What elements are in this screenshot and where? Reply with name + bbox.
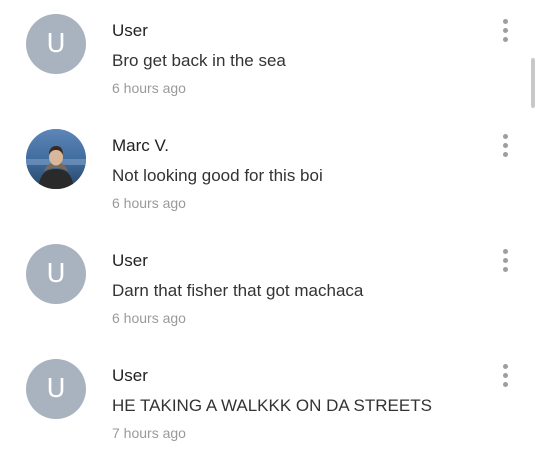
avatar-initial: U [46, 259, 66, 289]
comment-item: U User Bro get back in the sea 6 hours a… [0, 0, 539, 115]
comment-item: U User Darn that fisher that got machaca… [0, 230, 539, 345]
dot [503, 364, 508, 369]
avatar-initial: U [46, 374, 66, 404]
dot [503, 267, 508, 272]
dot [503, 258, 508, 263]
dot [503, 143, 508, 148]
dot [503, 37, 508, 42]
avatar[interactable] [26, 129, 86, 189]
comment-author[interactable]: Marc V. [112, 136, 169, 156]
comment-author[interactable]: User [112, 21, 148, 41]
comment-timestamp: 6 hours ago [112, 80, 186, 96]
more-options-icon[interactable] [498, 249, 514, 273]
comment-text: Bro get back in the sea [112, 51, 286, 70]
comment-text: HE TAKING A WALKKK ON DA STREETS [112, 396, 432, 415]
comment-author[interactable]: User [112, 366, 148, 386]
comment-text: Darn that fisher that got machaca [112, 281, 364, 300]
comment-item: U User HE TAKING A WALKKK ON DA STREETS … [0, 345, 539, 460]
avatar[interactable]: U [26, 359, 86, 419]
profile-photo [26, 129, 86, 189]
comment-timestamp: 7 hours ago [112, 425, 186, 441]
dot [503, 373, 508, 378]
comment-text: Not looking good for this boi [112, 166, 323, 185]
avatar[interactable]: U [26, 14, 86, 74]
dot [503, 382, 508, 387]
comment-timestamp: 6 hours ago [112, 310, 186, 326]
dot [503, 134, 508, 139]
more-options-icon[interactable] [498, 134, 514, 158]
dot [503, 28, 508, 33]
more-options-icon[interactable] [498, 364, 514, 388]
avatar-initial: U [46, 29, 66, 59]
avatar[interactable]: U [26, 244, 86, 304]
dot [503, 19, 508, 24]
dot [503, 249, 508, 254]
comment-timestamp: 6 hours ago [112, 195, 186, 211]
comment-author[interactable]: User [112, 251, 148, 271]
comment-item: Marc V. Not looking good for this boi 6 … [0, 115, 539, 230]
more-options-icon[interactable] [498, 19, 514, 43]
scrollbar[interactable] [531, 58, 535, 108]
dot [503, 152, 508, 157]
